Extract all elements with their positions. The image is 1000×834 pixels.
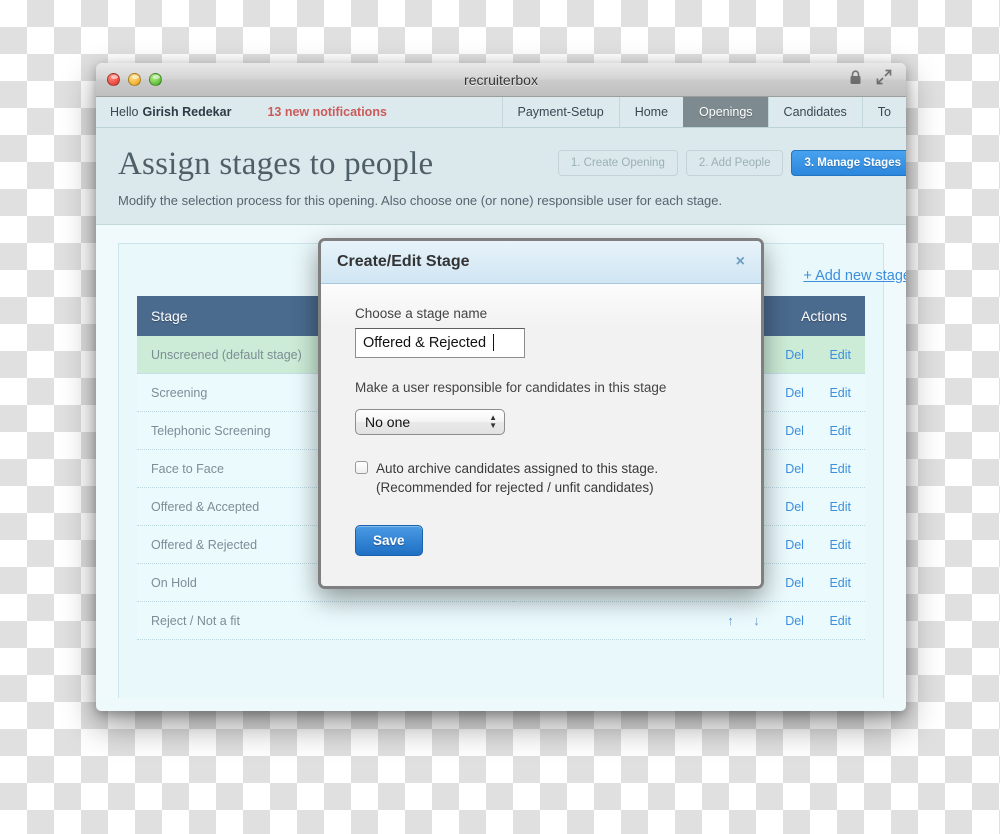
move-up-icon[interactable]: ↑	[727, 613, 734, 628]
edit-stage-link[interactable]: Edit	[829, 500, 851, 514]
auto-archive-line2: (Recommended for rejected / unfit candid…	[376, 480, 654, 496]
site-navbar: Hello Girish Redekar 13 new notification…	[96, 97, 906, 128]
nav-tab-payment-setup[interactable]: Payment-Setup	[501, 97, 619, 127]
fullscreen-icon[interactable]	[876, 69, 892, 90]
delete-stage-link[interactable]: Del	[785, 614, 804, 628]
step-add-people[interactable]: 2. Add People	[685, 150, 784, 176]
stage-name-input-wrap	[355, 328, 525, 358]
delete-stage-link[interactable]: Del	[785, 500, 804, 514]
responsible-user-group: Make a user responsible for candidates i…	[355, 380, 727, 435]
edit-stage-link[interactable]: Edit	[829, 576, 851, 590]
delete-stage-link[interactable]: Del	[785, 462, 804, 476]
close-icon[interactable]: ×	[736, 254, 745, 270]
greeting-username: Girish Redekar	[142, 105, 232, 119]
edit-stage-link[interactable]: Edit	[829, 348, 851, 362]
page-subtitle: Modify the selection process for this op…	[118, 193, 723, 209]
nav-tabs: Payment-Setup Home Openings Candidates T…	[501, 97, 906, 127]
stage-name-input[interactable]	[355, 328, 525, 358]
edit-stage-link[interactable]: Edit	[829, 538, 851, 552]
lock-icon	[849, 69, 862, 90]
stage-name-label: Choose a stage name	[355, 306, 488, 321]
row-actions: ↑ ↓ Del Edit	[512, 601, 865, 641]
create-edit-stage-modal: Create/Edit Stage × Choose a stage name …	[318, 238, 764, 590]
titlebar-controls	[849, 69, 892, 90]
stage-name-cell: Reject / Not a fit	[137, 601, 513, 641]
edit-stage-link[interactable]: Edit	[829, 424, 851, 438]
step-create-opening[interactable]: 1. Create Opening	[557, 150, 678, 176]
responsible-user-label: Make a user responsible for candidates i…	[355, 380, 667, 395]
user-greeting: Hello Girish Redekar	[96, 97, 231, 127]
modal-header: Create/Edit Stage ×	[321, 241, 761, 284]
window-titlebar: recruiterbox	[96, 63, 906, 97]
edit-stage-link[interactable]: Edit	[829, 386, 851, 400]
responsible-user-select-wrap: No one ▲ ▼	[355, 409, 505, 435]
table-row: Reject / Not a fit ↑ ↓ Del Edit	[137, 601, 865, 641]
nav-tab-todo[interactable]: To	[861, 97, 906, 127]
nav-tab-candidates[interactable]: Candidates	[767, 97, 862, 127]
notifications-link[interactable]: 13 new notifications	[267, 97, 386, 127]
page-header: Assign stages to people Modify the selec…	[96, 128, 906, 226]
text-caret	[493, 334, 494, 351]
auto-archive-checkbox[interactable]	[355, 461, 368, 474]
add-new-stage-link[interactable]: + Add new stage	[803, 268, 906, 284]
auto-archive-label: Auto archive candidates assigned to this…	[376, 459, 658, 497]
auto-archive-line1: Auto archive candidates assigned to this…	[376, 461, 659, 476]
wizard-steps: 1. Create Opening 2. Add People 3. Manag…	[557, 150, 906, 176]
edit-stage-link[interactable]: Edit	[829, 462, 851, 476]
nav-tab-home[interactable]: Home	[618, 97, 683, 127]
save-button[interactable]: Save	[355, 525, 423, 557]
window-traffic-lights	[107, 73, 162, 86]
step-manage-stages[interactable]: 3. Manage Stages	[791, 150, 906, 176]
nav-tab-openings[interactable]: Openings	[683, 97, 768, 127]
delete-stage-link[interactable]: Del	[785, 576, 804, 590]
delete-stage-link[interactable]: Del	[785, 424, 804, 438]
maximize-window-button[interactable]	[149, 73, 162, 86]
minimize-window-button[interactable]	[128, 73, 141, 86]
edit-stage-link[interactable]: Edit	[829, 614, 851, 628]
greeting-prefix: Hello	[110, 105, 139, 119]
modal-body: Choose a stage name Make a user responsi…	[321, 284, 761, 587]
close-window-button[interactable]	[107, 73, 120, 86]
responsible-user-select[interactable]: No one	[355, 409, 505, 435]
move-down-icon[interactable]: ↓	[753, 613, 760, 628]
delete-stage-link[interactable]: Del	[785, 386, 804, 400]
delete-stage-link[interactable]: Del	[785, 538, 804, 552]
modal-title: Create/Edit Stage	[337, 253, 470, 270]
auto-archive-row[interactable]: Auto archive candidates assigned to this…	[355, 459, 727, 497]
window-title: recruiterbox	[464, 71, 538, 88]
delete-stage-link[interactable]: Del	[785, 348, 804, 362]
